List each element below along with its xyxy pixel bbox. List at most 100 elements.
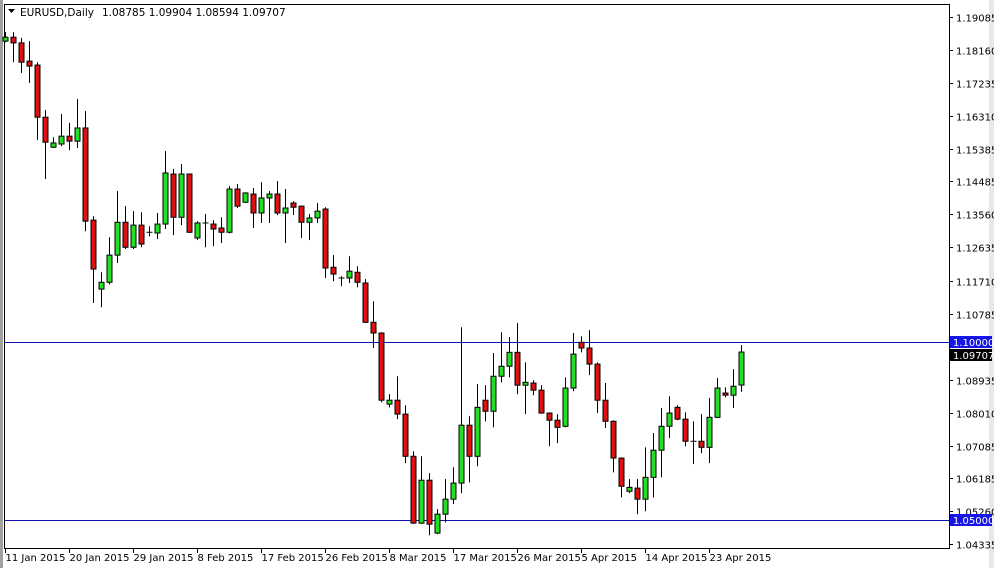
candle-body-bull	[642, 476, 649, 500]
candle-body-bear	[354, 271, 361, 283]
candle-body-bull	[498, 365, 505, 377]
candle-body-bull	[418, 479, 425, 524]
y-tick-label: 1.11710	[956, 278, 994, 289]
x-tick-label: 8 Feb 2015	[198, 553, 254, 564]
candle-body-bull	[2, 36, 9, 42]
candle	[194, 221, 201, 241]
candle-body-bull	[570, 353, 577, 389]
candle-body-bear	[322, 208, 329, 269]
y-tick-label: 1.14485	[956, 178, 994, 189]
candle	[738, 345, 745, 392]
candle-body-bear	[218, 227, 225, 233]
x-tick-label: 8 Mar 2015	[390, 553, 447, 564]
candle-body-bear	[234, 188, 241, 207]
candle-body-bear	[186, 173, 193, 233]
candle-body-bear	[394, 399, 401, 415]
candle-body-bear	[674, 406, 681, 420]
candle-body-bull	[706, 416, 713, 448]
candle-body-bear	[290, 202, 297, 208]
candlestick-chart[interactable]: 1.19085 1.18160 1.17235 1.16310 1.15385 1.144…	[0, 0, 994, 568]
candle-body-bear	[82, 127, 89, 222]
candle	[226, 186, 233, 234]
candle-body-bull	[282, 207, 289, 214]
candle-body-bull	[458, 424, 465, 484]
candle-body-bull	[490, 375, 497, 412]
candle-body-bull	[666, 412, 673, 427]
candle-body-bull	[434, 513, 441, 534]
candle-body-bear	[42, 116, 49, 143]
candle-body-bear	[298, 205, 305, 223]
price-tag-label: 1.05000	[953, 516, 994, 527]
candle-body-bull	[242, 192, 249, 203]
y-tick-label: 1.08935	[956, 377, 994, 388]
candle-body-bear	[538, 389, 545, 414]
candle-body-bull	[154, 223, 161, 234]
candle-body-bear	[138, 224, 145, 245]
candle-body-bear	[530, 382, 537, 391]
y-tick-label: 1.12635	[956, 244, 994, 255]
candle-body-bear	[250, 193, 257, 214]
candle-body-bear	[34, 64, 41, 118]
candle-body-bull	[522, 381, 529, 386]
candle-body-bull	[130, 224, 137, 248]
candle-body-bear	[274, 193, 281, 214]
plot-frame	[4, 4, 950, 549]
x-tick-label: 23 Apr 2015	[710, 553, 772, 564]
candle-body-bear	[610, 420, 617, 459]
candle-body-bull	[562, 387, 569, 427]
candle-body-bull	[730, 385, 737, 396]
candle-body-bear	[602, 399, 609, 422]
candle-body-bull	[314, 210, 321, 219]
candle-body-bull	[442, 498, 449, 515]
candle	[82, 111, 89, 232]
current-price-label: 1.09707	[953, 351, 994, 362]
x-tick-label: 17 Feb 2015	[262, 553, 324, 564]
y-tick-label: 1.08010	[956, 410, 994, 421]
candle-body-bull	[650, 449, 657, 478]
candle-body-bear	[698, 440, 705, 448]
candle-body-bull	[74, 127, 81, 142]
y-tick-label: 1.19085	[956, 14, 994, 25]
x-tick-label: 5 Apr 2015	[582, 553, 637, 564]
candle-body-bull	[450, 482, 457, 500]
candle	[362, 279, 369, 324]
y-tick-label: 1.04335	[956, 541, 994, 552]
candle-body-bull	[386, 399, 393, 405]
candle-body-bear	[410, 455, 417, 524]
candle-body-bear	[370, 321, 377, 334]
candle-body-bear	[634, 487, 641, 500]
chart-symbol: EURUSD,Daily	[20, 7, 94, 19]
candle-body-bear	[362, 282, 369, 323]
candle-body-bull	[178, 173, 185, 218]
x-tick-label: 14 Apr 2015	[646, 553, 708, 564]
candle	[186, 173, 193, 233]
candle-body-bear	[578, 341, 585, 349]
chart-window[interactable]: 1.19085 1.18160 1.17235 1.16310 1.15385 1.144…	[0, 0, 994, 568]
candle-body-bear	[594, 363, 601, 401]
candle-body-bear	[546, 412, 553, 421]
window-left-border	[0, 0, 3, 568]
candle-body-bear	[618, 457, 625, 487]
candle-body-bear	[554, 419, 561, 428]
candle-body-bear	[122, 221, 129, 248]
candle-body-bear	[26, 60, 33, 67]
candle-body-bull	[346, 270, 353, 279]
y-tick-label: 1.16310	[956, 113, 994, 124]
x-tick-label: 20 Jan 2015	[70, 553, 130, 564]
y-tick-label: 1.17235	[956, 80, 994, 91]
candle-body-bull	[714, 387, 721, 418]
y-tick-label: 1.18160	[956, 47, 994, 58]
candle-body-bull	[738, 351, 745, 386]
candle-body-bull	[106, 254, 113, 283]
candle-body-bear	[378, 332, 385, 401]
candle	[410, 451, 417, 524]
candle-body-bear	[426, 479, 433, 525]
price-tag-label: 1.10000	[953, 338, 994, 349]
candle-body-bear	[402, 413, 409, 457]
candle-body-bear	[90, 219, 97, 270]
y-tick-label: 1.06185	[956, 475, 994, 486]
candle-body-bull	[266, 193, 273, 199]
x-tick-label: 11 Jan 2015	[6, 553, 66, 564]
candle-body-bull	[98, 281, 105, 290]
candle	[378, 332, 385, 403]
